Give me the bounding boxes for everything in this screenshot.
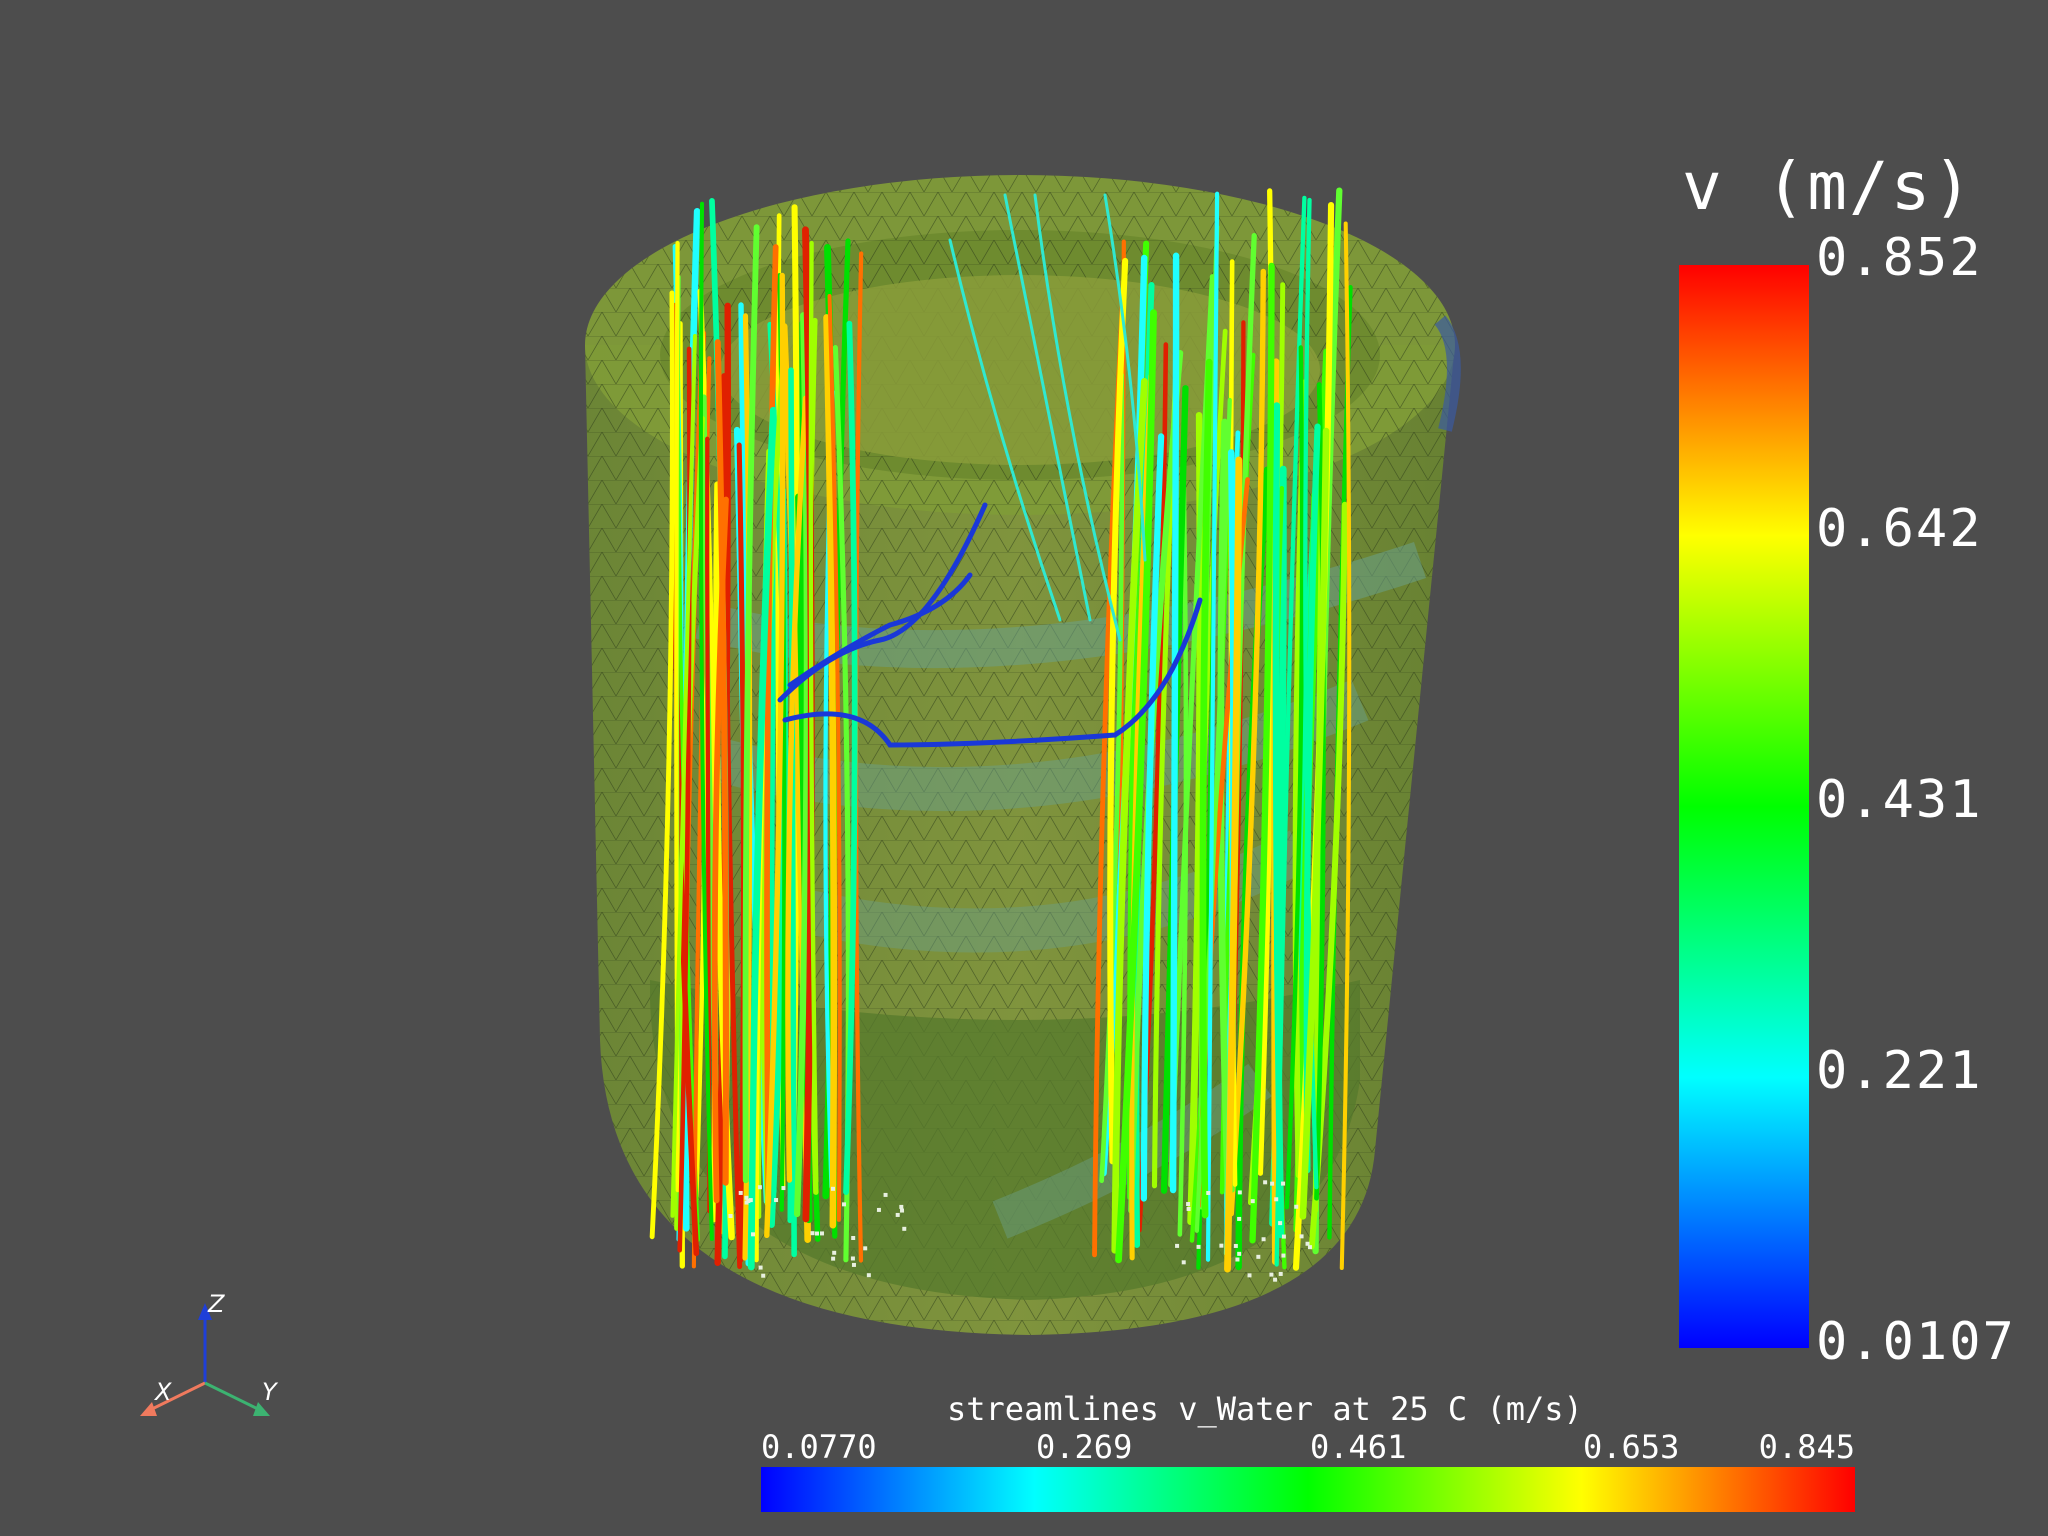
seed-point [751,1232,756,1237]
seed-point [895,1212,900,1217]
colorbar-tick: 0.642 [1816,499,1983,559]
seed-point [748,1198,753,1203]
seed-point [1270,1181,1275,1186]
colorbar-tick-min: 0.0107 [1816,1312,2016,1372]
seed-point [1269,1272,1274,1277]
streamline-colorbar-tick: 0.653 [1583,1428,1680,1466]
colorbar-tick-max: 0.852 [1816,228,1983,288]
seed-point [1281,1234,1286,1239]
seed-point [781,1186,786,1191]
seed-point [830,1186,835,1191]
seed-point [761,1273,766,1278]
seed-point [1247,1273,1252,1278]
seed-point [1175,1243,1180,1248]
seed-point [1278,1271,1283,1276]
seed-point [1307,1245,1312,1250]
streamline [1169,252,1180,1194]
seed-point [1281,1181,1286,1186]
seed-point [1278,1221,1283,1226]
seed-point [1237,1251,1242,1256]
seed-point [814,1231,819,1236]
seed-point [1263,1180,1268,1185]
seed-point [1196,1244,1201,1249]
seed-point [1181,1260,1186,1265]
streamline-colorbar-tick: 0.0770 [761,1428,877,1466]
seed-point [744,1200,749,1205]
seed-point [841,1202,846,1207]
seed-point [1250,1199,1255,1204]
seed-point [883,1192,888,1197]
seed-point [1186,1202,1191,1207]
seed-point [1235,1257,1240,1262]
seed-point [1233,1243,1238,1248]
seed-point [1294,1204,1299,1209]
seed-point [1186,1206,1191,1211]
z-axis-label: Z [208,1290,225,1318]
seed-point [851,1235,856,1240]
streamline-colorbar-tick: 0.269 [1036,1428,1133,1466]
streamline-colorbar-tick: 0.845 [1758,1428,1855,1466]
seed-point [1299,1234,1304,1239]
seed-point [851,1262,856,1267]
seed-point [1274,1197,1279,1202]
seed-point [902,1226,907,1231]
seed-point [1261,1237,1266,1242]
seed-point [728,1213,733,1218]
seed-point [850,1256,855,1261]
y-axis-label: Y [262,1378,277,1406]
seed-point [899,1204,904,1209]
seed-point [1219,1243,1224,1248]
seed-point [831,1256,836,1261]
seed-point [758,1265,763,1270]
seed-point [863,1246,868,1251]
colorbar-tick: 0.431 [1816,770,1983,830]
seed-point [900,1208,905,1213]
streamline-colorbar-title: streamlines v_Water at 25 C (m/s) [947,1390,1583,1428]
seed-point [866,1273,871,1278]
streamline-colorbar [761,1467,1855,1512]
seed-point [774,1198,779,1203]
x-axis-label: X [155,1378,172,1406]
colorbar-title: v (m/s) [1682,148,1975,225]
seed-point [1273,1277,1278,1282]
seed-point [738,1190,743,1195]
seed-point [1237,1216,1242,1221]
seed-point [1206,1190,1211,1195]
seed-point [757,1185,762,1190]
streamline-colorbar-tick: 0.461 [1310,1428,1407,1466]
colorbar-tick: 0.221 [1816,1041,1983,1101]
seed-point [1256,1254,1261,1259]
velocity-colorbar [1679,265,1809,1348]
render-viewport[interactable] [0,0,2048,1536]
seed-point [810,1231,815,1236]
seed-point [876,1207,881,1212]
seed-point [1237,1190,1242,1195]
seed-point [1281,1253,1286,1258]
seed-point [819,1231,824,1236]
seed-point [832,1250,837,1255]
